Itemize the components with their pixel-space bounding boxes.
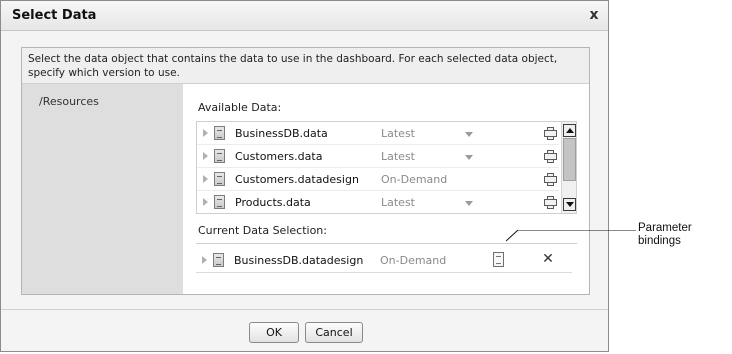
folder-pane: /Resources bbox=[22, 84, 183, 294]
chevron-down-icon[interactable] bbox=[465, 132, 473, 137]
list-item[interactable]: BusinessDB.datadesign On-Demand ✕ bbox=[196, 248, 572, 273]
version-select[interactable]: Latest bbox=[381, 127, 415, 140]
list-item[interactable]: Customers.data Latest bbox=[197, 145, 559, 168]
close-icon[interactable]: x bbox=[587, 7, 601, 23]
list-item[interactable]: Products.data Latest bbox=[197, 191, 559, 214]
cancel-button[interactable]: Cancel bbox=[305, 322, 363, 343]
list-item[interactable]: BusinessDB.data Latest bbox=[197, 122, 559, 145]
expand-arrow-icon[interactable] bbox=[203, 152, 208, 160]
expand-arrow-icon[interactable] bbox=[203, 175, 208, 183]
data-file-icon bbox=[213, 253, 224, 267]
data-object-name: Customers.datadesign bbox=[235, 173, 359, 186]
current-selection-list: BusinessDB.datadesign On-Demand ✕ bbox=[196, 243, 577, 293]
dialog-content: Select the data object that contains the… bbox=[21, 47, 590, 295]
current-selection-label: Current Data Selection: bbox=[198, 224, 327, 237]
data-object-name: Customers.data bbox=[235, 150, 323, 163]
scroll-up-icon[interactable] bbox=[563, 124, 576, 137]
available-data-list: BusinessDB.data Latest Customers.data La… bbox=[196, 121, 577, 214]
scroll-thumb[interactable] bbox=[563, 138, 576, 181]
data-object-name: BusinessDB.data bbox=[235, 127, 328, 140]
dialog-titlebar: Select Data x bbox=[1, 1, 608, 31]
data-file-icon bbox=[214, 172, 225, 186]
remove-x-icon[interactable]: ✕ bbox=[542, 252, 554, 266]
dialog-title: Select Data bbox=[12, 8, 97, 23]
callout-line1: Parameter bbox=[638, 222, 692, 234]
parameter-bindings-callout: Parameter bindings bbox=[638, 222, 692, 248]
dialog-footer: OK Cancel bbox=[1, 309, 608, 351]
chevron-down-icon[interactable] bbox=[465, 155, 473, 160]
data-pane: Available Data: BusinessDB.data Latest C… bbox=[183, 84, 589, 294]
add-plus-icon[interactable] bbox=[544, 150, 557, 163]
folder-resources[interactable]: /Resources bbox=[39, 95, 99, 108]
version-select[interactable]: Latest bbox=[381, 196, 415, 209]
data-object-name: BusinessDB.datadesign bbox=[234, 254, 364, 267]
data-file-icon bbox=[214, 149, 225, 163]
instructions-text: Select the data object that contains the… bbox=[22, 48, 589, 84]
data-object-name: Products.data bbox=[235, 196, 311, 209]
callout-line2: bindings bbox=[638, 235, 681, 247]
parameter-bindings-icon[interactable] bbox=[493, 252, 504, 267]
scroll-down-icon[interactable] bbox=[563, 198, 576, 211]
expand-arrow-icon[interactable] bbox=[203, 198, 208, 206]
version-label: On-Demand bbox=[381, 173, 448, 186]
callout-leader-line bbox=[506, 230, 636, 242]
version-select[interactable]: Latest bbox=[381, 150, 415, 163]
expand-arrow-icon[interactable] bbox=[202, 256, 207, 264]
available-list-scrollbar[interactable] bbox=[561, 122, 576, 213]
data-file-icon bbox=[214, 126, 225, 140]
data-file-icon bbox=[214, 195, 225, 209]
list-item[interactable]: Customers.datadesign On-Demand bbox=[197, 168, 559, 191]
available-data-label: Available Data: bbox=[198, 101, 282, 114]
add-plus-icon[interactable] bbox=[544, 196, 557, 209]
add-plus-icon[interactable] bbox=[544, 127, 557, 140]
version-label: On-Demand bbox=[380, 254, 447, 267]
chevron-down-icon[interactable] bbox=[465, 201, 473, 206]
select-data-dialog: Select Data x Select the data object tha… bbox=[0, 0, 609, 352]
expand-arrow-icon[interactable] bbox=[203, 129, 208, 137]
ok-button[interactable]: OK bbox=[249, 322, 299, 343]
add-plus-icon[interactable] bbox=[544, 173, 557, 186]
